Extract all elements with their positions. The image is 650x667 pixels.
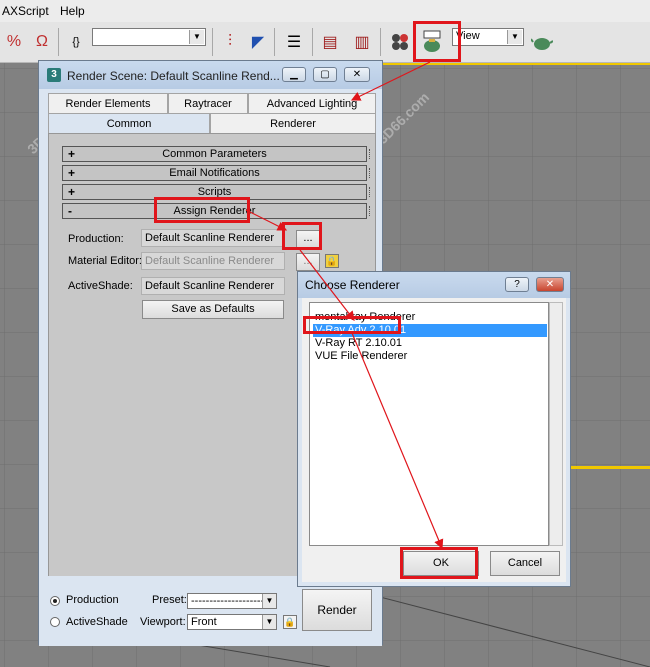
help-button[interactable]: ?	[505, 277, 529, 292]
tab-renderer[interactable]: Renderer	[210, 113, 376, 133]
layer-manager-icon[interactable]: ☰	[282, 30, 306, 54]
highlight-ok-button	[400, 547, 478, 579]
toolbar-separator	[274, 28, 275, 56]
choose-renderer-title: Choose Renderer	[305, 278, 400, 292]
schematic-view-icon[interactable]: ▥	[350, 30, 374, 54]
toolbar-separator	[312, 28, 313, 56]
rollout-handle	[369, 187, 372, 197]
close-button[interactable]: ✕	[344, 67, 370, 82]
list-item[interactable]: VUE File Renderer	[313, 350, 547, 363]
material-editor-browse-button[interactable]: ...	[296, 253, 320, 271]
production-label: Production:	[68, 233, 124, 245]
choose-renderer-body: mental ray Renderer V-Ray Adv 2.10.01 V-…	[302, 298, 566, 582]
rollout-common-parameters[interactable]: + Common Parameters	[62, 146, 370, 162]
material-editor-lock-icon[interactable]: 🔒	[325, 254, 339, 268]
render-button[interactable]: Render	[302, 589, 372, 631]
named-selection-icon[interactable]: {}	[64, 30, 88, 54]
named-selection-dropdown[interactable]: ▼	[92, 28, 206, 46]
viewport-lock-icon[interactable]: 🔒	[283, 615, 297, 629]
production-mode-label: Production	[66, 594, 119, 606]
menu-item-help[interactable]: Help	[60, 4, 85, 18]
render-view-dropdown[interactable]: View ▼	[452, 28, 524, 46]
cancel-button[interactable]: Cancel	[490, 551, 560, 576]
minimize-button[interactable]: ▁	[282, 67, 306, 82]
menu-bar: AXScript Help	[0, 0, 650, 22]
tab-common[interactable]: Common	[48, 113, 210, 133]
render-scene-title: Render Scene: Default Scanline Rend...	[67, 69, 280, 83]
activeshade-mode-label: ActiveShade	[66, 616, 128, 628]
align-icon[interactable]: ◤	[246, 30, 270, 54]
toolbar-separator	[212, 28, 213, 56]
highlight-browse-button	[282, 222, 322, 250]
percent-snap-icon[interactable]: %	[2, 30, 26, 54]
maximize-button[interactable]: ▢	[313, 67, 337, 82]
render-teapot-icon[interactable]	[530, 30, 554, 54]
material-editor-label: Material Editor:	[68, 255, 142, 267]
rollout-handle	[369, 149, 372, 159]
activeshade-renderer-field: Default Scanline Renderer	[141, 277, 285, 295]
choose-renderer-titlebar[interactable]: Choose Renderer ? ✕	[298, 272, 570, 298]
toolbar-separator	[380, 28, 381, 56]
highlight-render-setup	[413, 21, 461, 62]
choose-renderer-close-button[interactable]: ✕	[536, 277, 564, 292]
menu-item-maxscript[interactable]: AXScript	[2, 4, 49, 18]
rollout-handle	[369, 206, 372, 216]
list-item[interactable]: V-Ray RT 2.10.01	[313, 337, 547, 350]
renderer-list-scrollbar[interactable]	[549, 302, 563, 546]
app-logo-icon: 3	[47, 68, 61, 82]
main-toolbar: % Ω {} ▼ ⫶ ◤ ☰ ▤ ▥ View ▼	[0, 22, 650, 63]
spinner-snap-icon[interactable]: Ω	[30, 30, 54, 54]
viewport-value: Front	[191, 616, 217, 628]
toolbar-separator	[58, 28, 59, 56]
activeshade-label: ActiveShade:	[68, 280, 133, 292]
activeshade-mode-radio[interactable]	[50, 617, 60, 627]
highlight-assign-renderer	[154, 197, 250, 223]
tab-advanced-lighting[interactable]: Advanced Lighting	[248, 93, 376, 113]
production-renderer-field: Default Scanline Renderer	[141, 229, 285, 247]
highlight-vray-item	[303, 316, 401, 334]
material-editor-renderer-field: Default Scanline Renderer	[141, 252, 285, 270]
preset-label: Preset:	[152, 594, 187, 606]
material-editor-icon[interactable]	[388, 30, 412, 54]
rollout-email-notifications[interactable]: + Email Notifications	[62, 165, 370, 181]
render-scene-titlebar[interactable]: 3 Render Scene: Default Scanline Rend...…	[39, 61, 382, 89]
production-mode-radio[interactable]	[50, 596, 60, 606]
curve-editor-icon[interactable]: ▤	[318, 30, 342, 54]
rollout-handle	[369, 168, 372, 178]
viewport-label: Viewport:	[140, 616, 186, 628]
tab-render-elements[interactable]: Render Elements	[48, 93, 168, 113]
viewport-dropdown[interactable]: Front ▼	[187, 614, 277, 630]
rollout-label: Email Notifications	[169, 167, 260, 179]
renderer-list[interactable]: mental ray Renderer V-Ray Adv 2.10.01 V-…	[309, 302, 549, 546]
mirror-icon[interactable]: ⫶	[218, 30, 242, 54]
tab-raytracer[interactable]: Raytracer	[168, 93, 248, 113]
rollout-label: Common Parameters	[162, 148, 267, 160]
preset-dropdown[interactable]: ----------------------------▼	[187, 593, 277, 621]
save-as-defaults-button[interactable]: Save as Defaults	[142, 300, 284, 319]
